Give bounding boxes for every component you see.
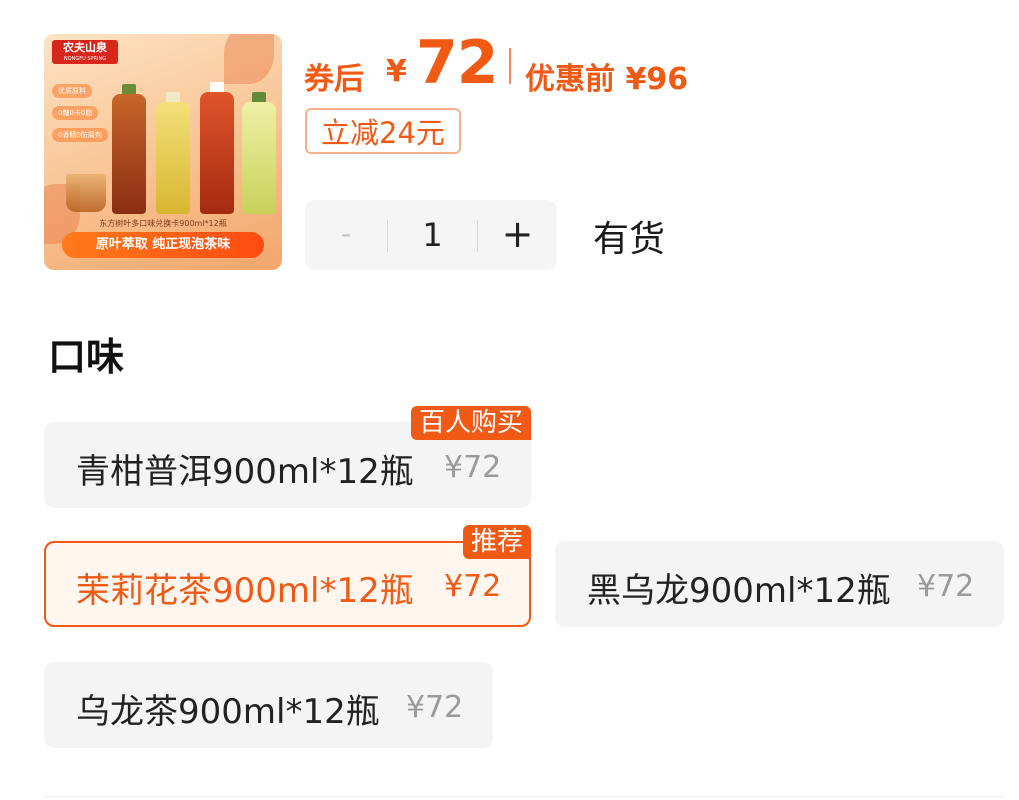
option-tag: 推荐 (462, 525, 531, 559)
flavor-option-jasmine[interactable]: 茉莉花茶900ml*12瓶 ¥72 推荐 (44, 525, 531, 627)
brand-name-en: NONGFU SPRING (63, 56, 107, 62)
discount-badge: 立减24元 (305, 108, 461, 154)
bottle-icon (156, 102, 190, 214)
option-name: 茉莉花茶900ml*12瓶 (76, 571, 414, 611)
tea-glass-icon (66, 174, 106, 212)
stock-status: 有货 (593, 219, 666, 260)
product-subtitle: 东方树叶多口味兑换卡900ml*12瓶 (99, 219, 227, 228)
option-tag: 百人购买 (410, 406, 531, 440)
coupon-price-amount: 72 (416, 28, 498, 98)
flavor-option-qinggan-puer[interactable]: 青柑普洱900ml*12瓶 ¥72 百人购买 (44, 406, 531, 508)
feature-chip: 0香精0防腐剂 (52, 128, 108, 142)
flavor-section-title: 口味 (48, 335, 125, 379)
brand-logo: 农夫山泉 NONGFU SPRING (52, 40, 118, 64)
original-price: 优惠前 ¥96 (525, 62, 689, 97)
decrease-quantity-button[interactable]: - (305, 200, 387, 270)
quantity-value[interactable]: 1 (388, 200, 477, 270)
flavor-option-black-oolong[interactable]: 黑乌龙900ml*12瓶 ¥72 (555, 541, 1004, 627)
feature-chip: 优质原料 (52, 84, 92, 98)
quantity-stepper: - 1 + (305, 200, 557, 270)
currency-symbol: ¥ (386, 54, 407, 89)
option-name: 黑乌龙900ml*12瓶 (587, 571, 891, 611)
coupon-price-label: 券后 (304, 62, 364, 97)
feature-chip: 0糖0卡0脂 (52, 106, 99, 120)
brand-name: 农夫山泉 (63, 41, 107, 54)
option-price: ¥72 (444, 569, 502, 604)
decor-leaf-icon (224, 34, 274, 84)
option-price: ¥72 (917, 569, 975, 604)
flavor-option-oolong[interactable]: 乌龙茶900ml*12瓶 ¥72 (44, 662, 493, 748)
bottle-icon (112, 94, 146, 214)
bottle-icon (200, 92, 234, 214)
option-name: 青柑普洱900ml*12瓶 (76, 452, 414, 492)
bottom-divider (44, 796, 1004, 797)
option-price: ¥72 (406, 690, 464, 725)
product-image[interactable]: 农夫山泉 NONGFU SPRING 优质原料 0糖0卡0脂 0香精0防腐剂 东… (44, 34, 282, 270)
option-price: ¥72 (444, 450, 502, 485)
promo-banner: 原叶萃取 纯正现泡茶味 (62, 232, 264, 258)
price-divider (509, 48, 511, 84)
option-name: 乌龙茶900ml*12瓶 (76, 692, 380, 732)
bottle-icon (242, 102, 276, 214)
increase-quantity-button[interactable]: + (478, 200, 557, 270)
